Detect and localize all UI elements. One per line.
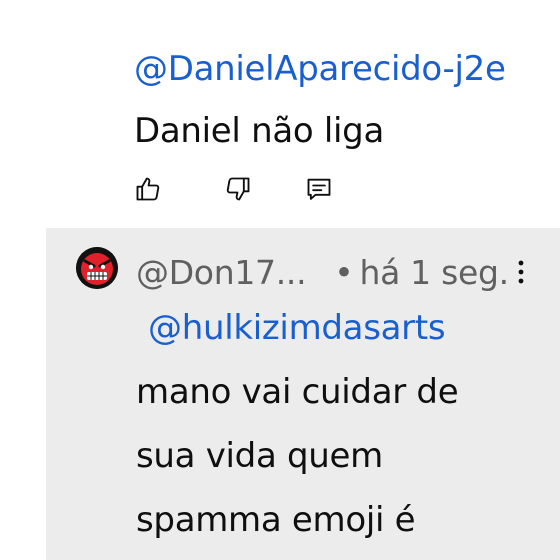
comment-timestamp: há 1 seg. xyxy=(359,253,509,292)
comment-body: Daniel não liga xyxy=(134,111,384,151)
more-vertical-icon xyxy=(518,260,524,284)
mention-link[interactable]: @DanielAparecido-j2e xyxy=(134,49,506,89)
comment-body-line: mano vai cuidar de xyxy=(136,372,459,412)
comment-actions xyxy=(0,172,560,206)
meta-separator: • xyxy=(334,253,354,292)
thumbs-up-icon xyxy=(136,177,160,201)
avatar[interactable] xyxy=(76,247,118,289)
thumbs-down-icon xyxy=(226,177,250,201)
angry-red-face-avatar-icon xyxy=(76,247,118,289)
comment-previous: @DanielAparecido-j2e Daniel não liga xyxy=(0,0,560,228)
reply-icon xyxy=(307,178,331,200)
more-options-button[interactable] xyxy=(506,252,536,292)
comment-body-line: sua vida quem xyxy=(136,436,383,476)
comment-body-line: spamma emoji é xyxy=(136,500,416,540)
like-button[interactable] xyxy=(131,172,165,206)
mention-link[interactable]: @hulkizimdasarts xyxy=(136,296,516,360)
comment-text: @hulkizimdasarts mano vai cuidar de sua … xyxy=(136,296,516,552)
comments-panel: @DanielAparecido-j2e Daniel não liga @Do… xyxy=(0,0,560,560)
author-name[interactable]: @Don17... xyxy=(136,253,307,292)
comment-meta: @Don17... • há 1 seg. xyxy=(136,248,509,298)
comment-text: @DanielAparecido-j2e Daniel não liga xyxy=(134,38,534,162)
reply-button[interactable] xyxy=(302,172,336,206)
dislike-button[interactable] xyxy=(221,172,255,206)
